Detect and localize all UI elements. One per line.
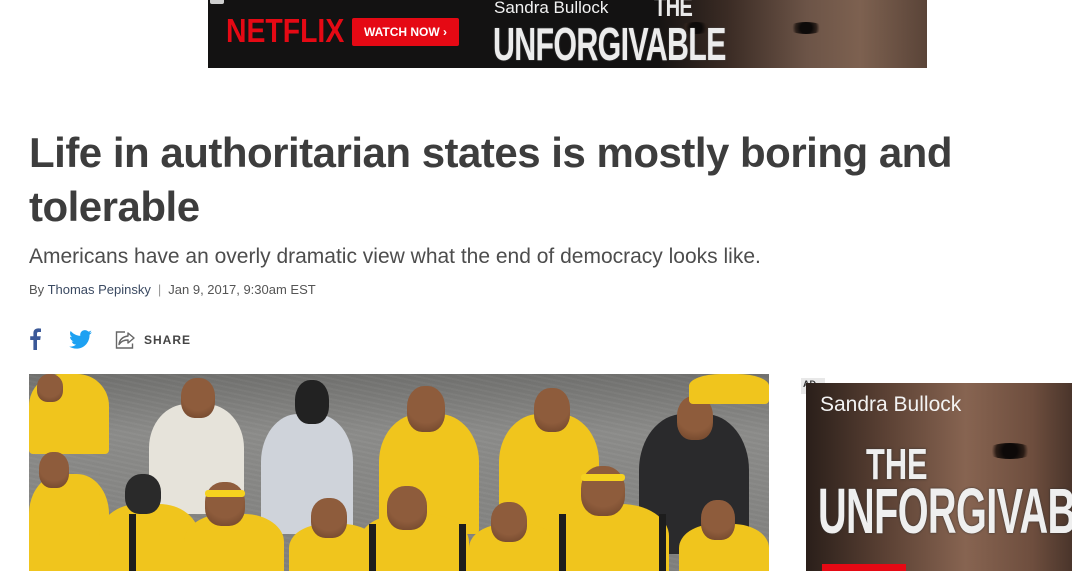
- lead-photo: [29, 374, 769, 571]
- author-link[interactable]: Thomas Pepinsky: [48, 282, 151, 297]
- side-ad-cta-strip[interactable]: [822, 564, 906, 571]
- backpack-strap: [559, 514, 566, 571]
- protester-head: [37, 374, 63, 402]
- netflix-logo: NETFLIX: [226, 12, 345, 49]
- side-ad-title: UNFORGIVABL: [818, 475, 1072, 547]
- backpack-strap: [659, 514, 666, 571]
- byline: By Thomas Pepinsky | Jan 9, 2017, 9:30am E…: [29, 282, 316, 297]
- protester-headband: [205, 490, 245, 497]
- ad-eye-shape: [788, 22, 824, 34]
- article-headline: Life in authoritarian states is mostly b…: [29, 129, 952, 230]
- share-icon[interactable]: [114, 328, 136, 350]
- protester-head: [311, 498, 347, 538]
- protester-head: [295, 380, 329, 424]
- backpack-strap: [129, 514, 136, 571]
- protester-head: [407, 386, 445, 432]
- side-ad[interactable]: Sandra Bullock THE UNFORGIVABL: [806, 383, 1072, 571]
- watch-now-button[interactable]: WATCH NOW ›: [352, 18, 459, 46]
- article-dek: Americans have an overly dramatic view w…: [29, 245, 761, 268]
- protester-figure: [29, 474, 109, 571]
- protester-headband: [581, 474, 625, 481]
- ad-choices-icon[interactable]: [210, 0, 224, 4]
- ad-title: UNFORGIVABLE: [493, 18, 726, 68]
- top-banner-ad[interactable]: NETFLIX WATCH NOW › Sandra Bullock THE U…: [208, 0, 927, 68]
- ad-star-name: Sandra Bullock: [494, 0, 609, 17]
- protester-head: [181, 378, 215, 418]
- side-ad-star: Sandra Bullock: [820, 393, 962, 416]
- byline-separator: |: [157, 282, 162, 297]
- protester-head: [701, 500, 735, 540]
- protester-head: [387, 486, 427, 530]
- protester-head: [205, 482, 245, 526]
- protester-head: [534, 388, 570, 432]
- twitter-icon[interactable]: [69, 330, 92, 349]
- protester-figure: [689, 374, 769, 404]
- protester-head: [39, 452, 69, 488]
- publish-timestamp: Jan 9, 2017, 9:30am EST: [168, 282, 316, 297]
- backpack-strap: [369, 524, 376, 571]
- protester-head: [491, 502, 527, 542]
- share-label[interactable]: SHARE: [144, 333, 191, 347]
- backpack-strap: [459, 524, 466, 571]
- byline-prefix: By: [29, 282, 45, 297]
- protester-head: [125, 474, 161, 514]
- ad-eye-shape: [986, 443, 1034, 459]
- facebook-icon[interactable]: [28, 328, 42, 350]
